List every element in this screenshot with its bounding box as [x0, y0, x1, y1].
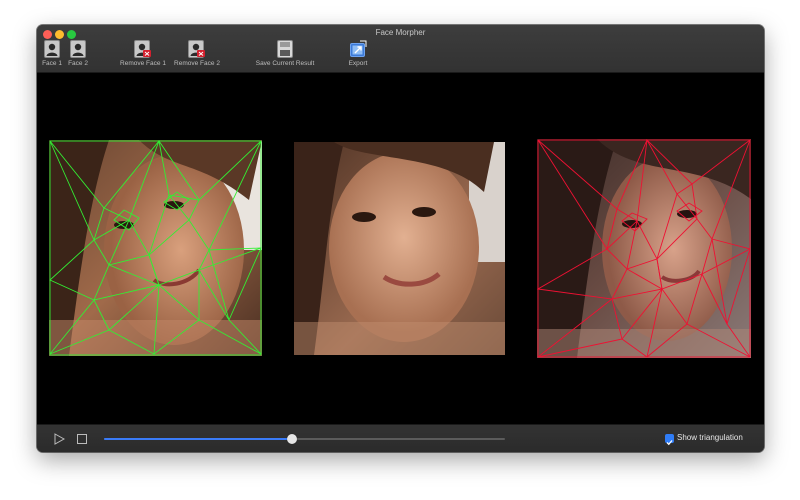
show-triangulation-label[interactable]: Show triangulation	[677, 433, 743, 442]
face1-button[interactable]: Face 1	[41, 40, 63, 67]
app-window: Face Morpher Face 1 Face 2 Remove Face 1…	[37, 25, 764, 452]
morph-result-image	[294, 142, 505, 355]
face1-label: Face 1	[42, 60, 62, 67]
export-button[interactable]: Export	[343, 40, 373, 67]
face2-button[interactable]: Face 2	[66, 40, 90, 67]
portrait-icon	[44, 40, 60, 58]
face2-label: Face 2	[68, 60, 88, 67]
portrait-remove-icon	[134, 40, 151, 58]
window-title: Face Morpher	[375, 28, 426, 37]
remove-face2-label: Remove Face 2	[174, 60, 220, 67]
morph-slider[interactable]	[104, 434, 505, 444]
face1-image	[49, 140, 262, 356]
result-panel	[294, 142, 505, 355]
portrait-remove-icon	[188, 40, 205, 58]
export-icon	[350, 40, 367, 57]
titlebar: Face Morpher Face 1 Face 2 Remove Face 1…	[37, 25, 764, 73]
export-label: Export	[348, 60, 368, 67]
remove-face1-button[interactable]: Remove Face 1	[117, 40, 169, 67]
playback-controls: Show triangulation	[37, 424, 764, 452]
save-result-button[interactable]: Save Current Result	[251, 40, 319, 67]
remove-face2-button[interactable]: Remove Face 2	[171, 40, 223, 67]
checkmark-icon	[666, 440, 673, 446]
stop-icon[interactable]	[77, 434, 87, 444]
remove-face1-label: Remove Face 1	[120, 60, 166, 67]
morph-slider-fill	[104, 438, 293, 440]
face2-image	[537, 139, 751, 358]
face2-panel[interactable]	[537, 139, 751, 358]
face1-panel[interactable]	[49, 140, 262, 356]
play-icon[interactable]	[53, 433, 65, 445]
save-result-label: Save Current Result	[255, 60, 315, 67]
show-triangulation-checkbox[interactable]	[665, 434, 674, 446]
save-icon	[277, 40, 293, 58]
morph-slider-knob[interactable]	[287, 434, 298, 444]
portrait-icon	[70, 40, 86, 58]
